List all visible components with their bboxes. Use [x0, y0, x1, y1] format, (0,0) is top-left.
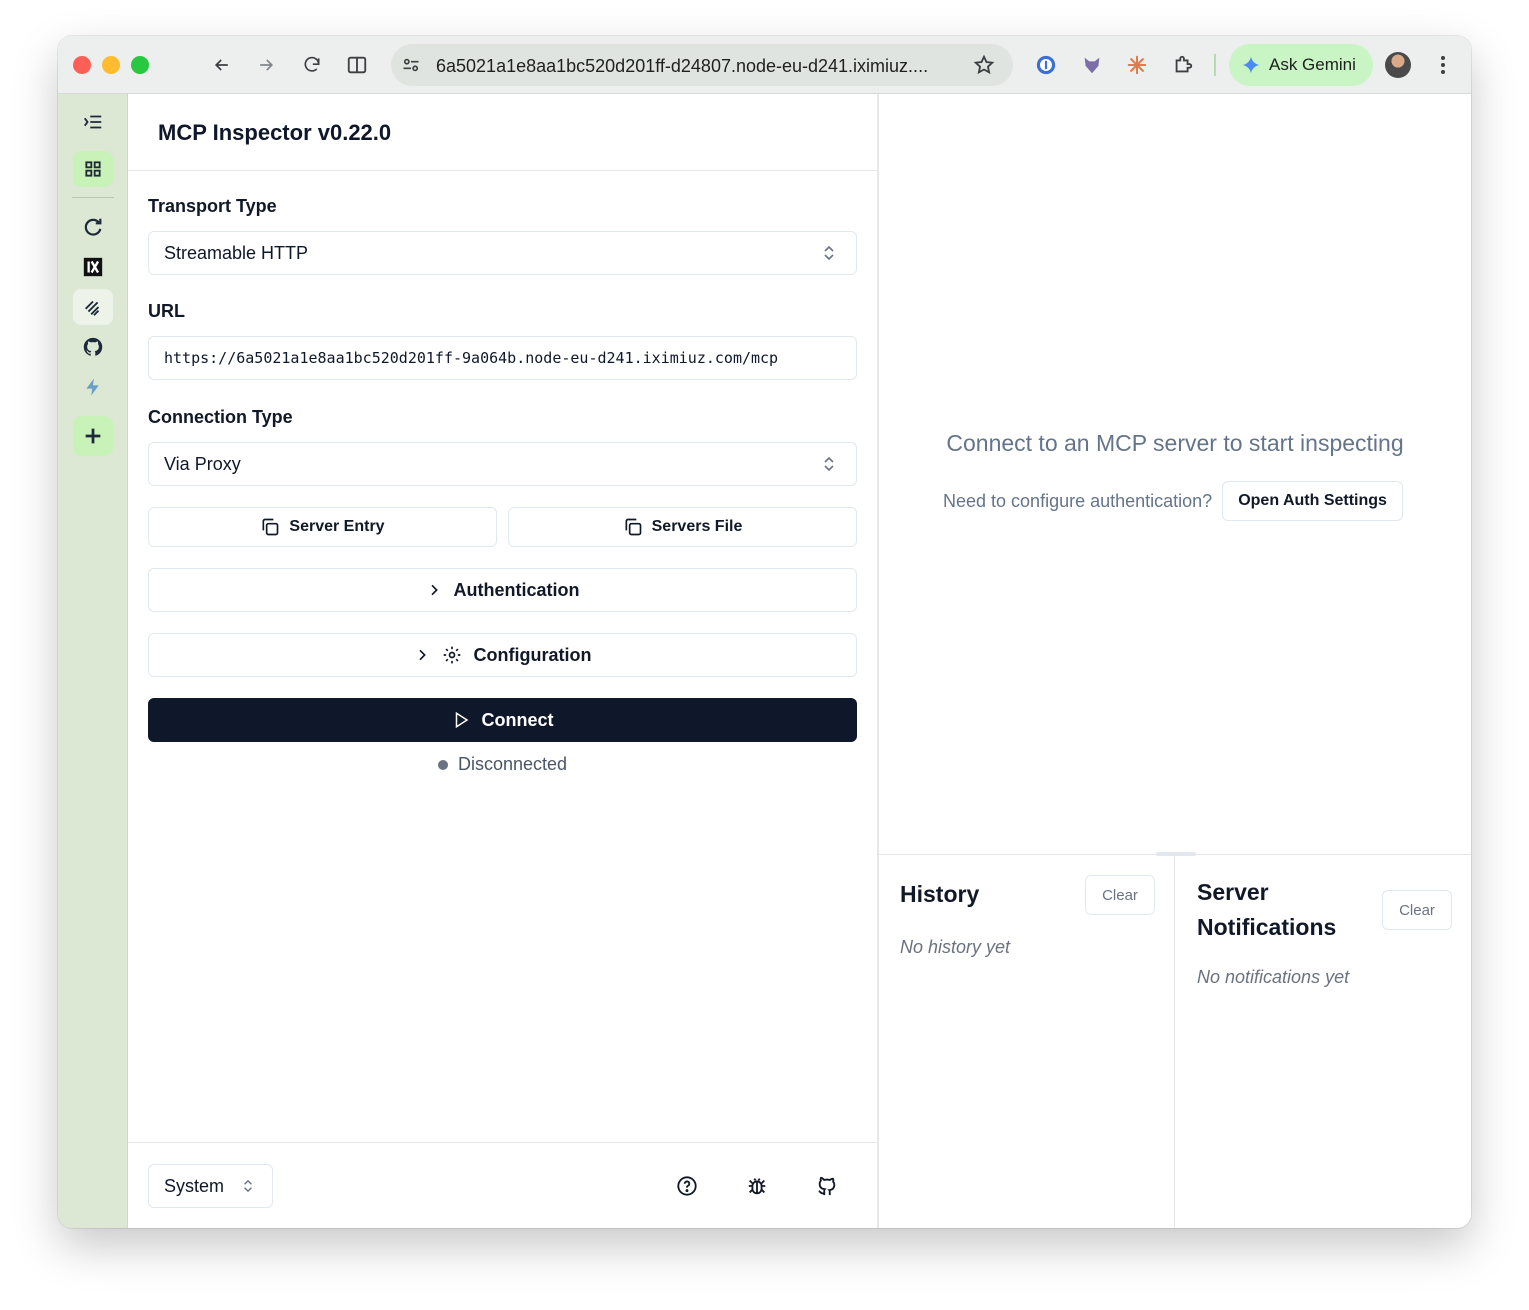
theme-select[interactable]: System	[148, 1164, 273, 1208]
clear-history-button[interactable]: Clear	[1085, 875, 1155, 915]
iximiuz-logo-icon[interactable]	[73, 249, 113, 285]
claude-code-icon[interactable]	[73, 289, 113, 325]
apps-grid-icon[interactable]	[73, 151, 113, 187]
toolbar-divider	[1214, 54, 1216, 76]
server-entry-label: Server Entry	[289, 518, 385, 535]
maximize-window-button[interactable]	[131, 56, 149, 74]
history-empty-text: No history yet	[900, 937, 1011, 957]
ask-gemini-label: Ask Gemini	[1269, 55, 1356, 74]
gemini-sparkle-icon	[1242, 56, 1260, 74]
servers-file-label: Servers File	[651, 518, 743, 535]
connection-sidebar: MCP Inspector v0.22.0 Transport Type Str…	[128, 94, 879, 1228]
address-bar-url: 6a5021a1e8aa1bc520d201ff-d24807.node-eu-…	[436, 56, 929, 76]
ask-gemini-button[interactable]: Ask Gemini	[1229, 44, 1373, 86]
profile-avatar[interactable]	[1385, 52, 1411, 78]
configuration-label: Configuration	[473, 644, 592, 665]
github-icon[interactable]	[73, 329, 113, 365]
connection-type-label: Connection Type	[148, 407, 293, 427]
back-arrow-icon[interactable]	[209, 52, 235, 78]
status-text: Disconnected	[457, 754, 568, 774]
auth-prompt-text: Need to configure authentication?	[943, 490, 1213, 511]
configuration-toggle[interactable]: Configuration	[148, 633, 857, 677]
auth-prompt-row: Need to configure authentication? Open A…	[943, 481, 1403, 521]
close-window-button[interactable]	[73, 56, 91, 74]
empty-state-message: Connect to an MCP server to start inspec…	[946, 430, 1404, 456]
connect-button[interactable]: Connect	[148, 698, 857, 742]
browser-window: 6a5021a1e8aa1bc520d201ff-d24807.node-eu-…	[58, 36, 1471, 1228]
address-bar[interactable]: 6a5021a1e8aa1bc520d201ff-d24807.node-eu-…	[391, 44, 1013, 86]
sidebar-footer: System	[128, 1142, 877, 1228]
chevron-up-down-icon	[822, 244, 836, 267]
split-view-icon[interactable]	[344, 52, 370, 78]
clear-notifications-button[interactable]: Clear	[1382, 890, 1452, 930]
chevron-up-down-icon	[822, 455, 836, 478]
connect-label: Connect	[481, 709, 554, 730]
url-label: URL	[148, 301, 185, 321]
copy-icon	[262, 518, 279, 536]
bookmark-star-icon[interactable]	[971, 52, 997, 78]
notifications-empty-text: No notifications yet	[1197, 967, 1350, 987]
reload-icon[interactable]	[299, 52, 325, 78]
forward-arrow-icon[interactable]	[253, 52, 279, 78]
lightning-icon[interactable]	[73, 369, 113, 405]
play-icon	[455, 711, 468, 729]
bug-icon[interactable]	[745, 1174, 769, 1198]
app-title: MCP Inspector v0.22.0	[128, 94, 877, 171]
collapse-menu-icon[interactable]	[73, 104, 113, 140]
transport-type-select[interactable]: Streamable HTTP	[148, 231, 857, 275]
password-manager-extension-icon[interactable]	[1033, 52, 1059, 78]
url-value: https://6a5021a1e8aa1bc520d201ff-9a064b.…	[164, 349, 779, 367]
minimize-window-button[interactable]	[102, 56, 120, 74]
connection-type-value: Via Proxy	[164, 453, 241, 474]
claude-extension-icon[interactable]	[1124, 52, 1150, 78]
authentication-label: Authentication	[453, 579, 580, 600]
chevron-right-icon	[418, 649, 426, 661]
browser-toolbar: 6a5021a1e8aa1bc520d201ff-d24807.node-eu-…	[58, 36, 1471, 94]
notifications-title: Server Notifications	[1197, 875, 1336, 945]
connection-type-select[interactable]: Via Proxy	[148, 442, 857, 486]
gear-icon	[443, 646, 460, 664]
site-settings-icon[interactable]	[398, 52, 424, 78]
fox-extension-icon[interactable]	[1079, 52, 1105, 78]
authentication-toggle[interactable]: Authentication	[148, 568, 857, 612]
servers-file-button[interactable]: Servers File	[508, 507, 857, 547]
extensions-puzzle-icon[interactable]	[1170, 52, 1196, 78]
chevron-up-down-icon	[242, 1178, 254, 1199]
history-pane: History Clear No history yet	[879, 855, 1175, 1228]
more-menu-icon[interactable]	[1430, 52, 1456, 78]
server-entry-button[interactable]: Server Entry	[148, 507, 497, 547]
refresh-cycle-icon[interactable]	[73, 209, 113, 245]
notifications-title-line1: Server	[1197, 879, 1269, 905]
app-side-rail	[58, 94, 128, 1228]
chevron-right-icon	[430, 584, 438, 596]
notifications-pane: Server Notifications Clear No notificati…	[1176, 855, 1471, 1228]
url-input[interactable]: https://6a5021a1e8aa1bc520d201ff-9a064b.…	[148, 336, 857, 380]
copy-icon	[625, 518, 641, 536]
github-icon[interactable]	[815, 1174, 839, 1198]
bottom-panels: History Clear No history yet Server Noti…	[879, 854, 1471, 1228]
history-title: History	[900, 881, 980, 907]
transport-type-label: Transport Type	[148, 196, 277, 216]
open-auth-settings-button[interactable]: Open Auth Settings	[1222, 481, 1403, 521]
connection-status: Disconnected	[148, 754, 857, 775]
transport-type-value: Streamable HTTP	[164, 242, 309, 263]
rail-divider	[72, 197, 114, 198]
notifications-title-line2: Notifications	[1197, 914, 1337, 940]
main-panel: Connect to an MCP server to start inspec…	[879, 94, 1471, 1228]
help-circle-icon[interactable]	[675, 1174, 699, 1198]
status-dot	[437, 759, 448, 770]
add-plus-icon[interactable]	[73, 416, 113, 456]
theme-value: System	[164, 1175, 225, 1196]
